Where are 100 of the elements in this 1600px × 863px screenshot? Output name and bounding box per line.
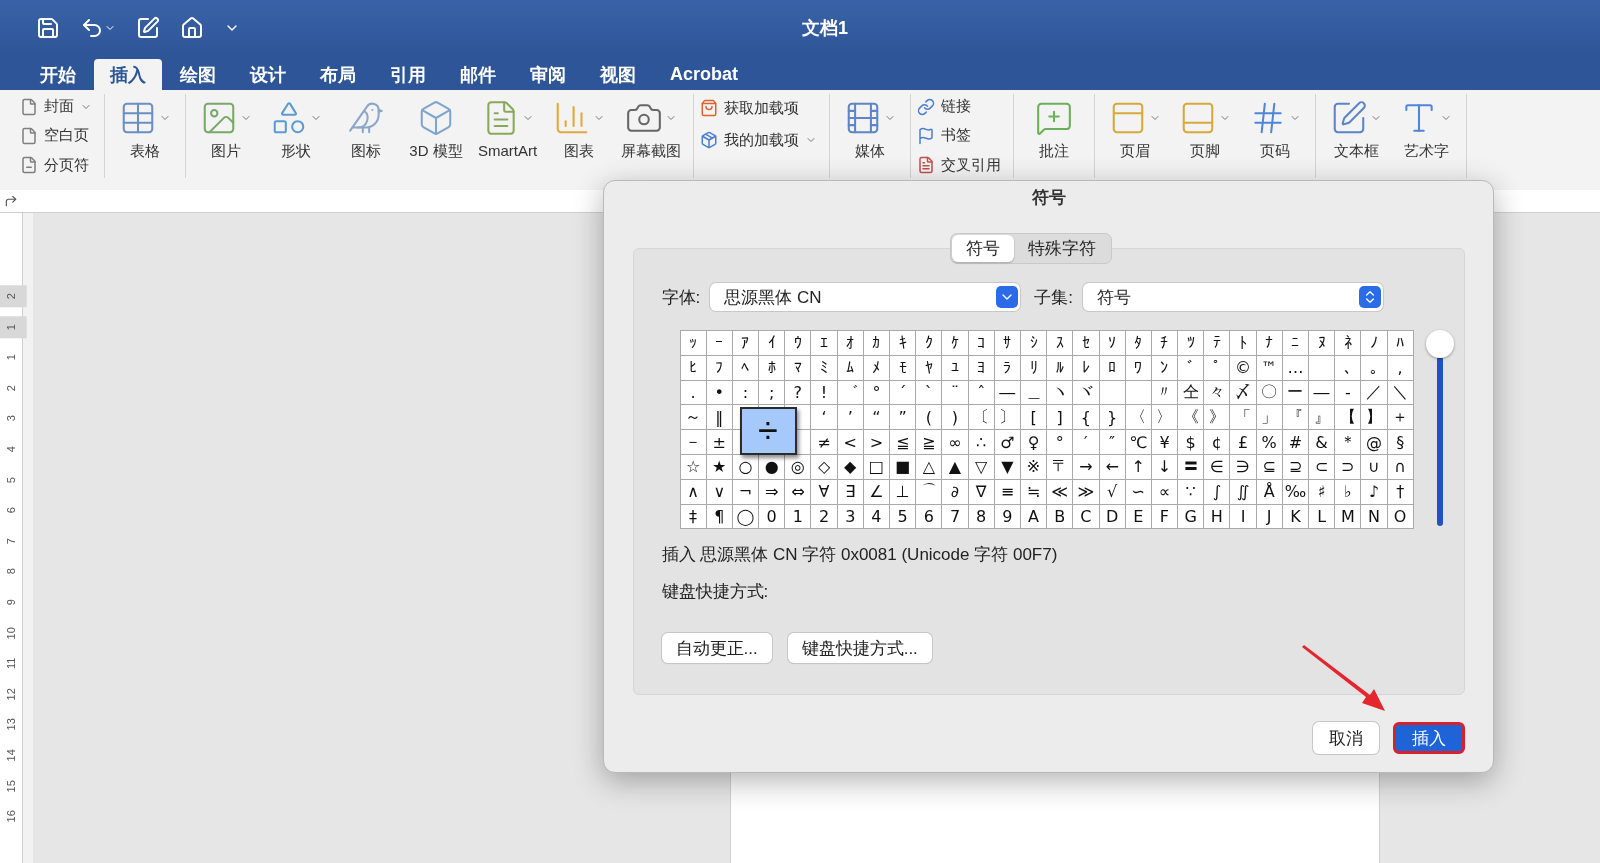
empty-cell[interactable] [1125, 380, 1152, 406]
symbol-cell[interactable]: ＋ [1387, 405, 1414, 431]
symbol-cell[interactable]: ” [890, 405, 917, 431]
symbol-cell[interactable]: 』 [1309, 405, 1336, 431]
symbol-cell[interactable]: 」 [1256, 405, 1283, 431]
symbol-cell[interactable]: ﾊ [1387, 331, 1414, 356]
symbol-cell[interactable]: 【 [1335, 405, 1362, 431]
ribbon-button[interactable]: 空白页 [20, 123, 92, 149]
ribbon-button[interactable]: 3D 模型 [404, 94, 468, 178]
symbol-cell[interactable]: 《 [1178, 405, 1205, 431]
ribbon-button[interactable]: 形状 [264, 94, 328, 178]
symbol-cell[interactable]: ﾂ [1178, 331, 1205, 356]
scrollbar[interactable] [1436, 356, 1443, 526]
symbol-cell[interactable]: ≪ [1047, 479, 1074, 505]
symbol-cell[interactable]: M [1335, 504, 1362, 530]
symbol-cell[interactable]: 〔 [968, 405, 995, 431]
symbol-cell[interactable]: ／ [1361, 380, 1388, 406]
symbol-cell[interactable]: ▽ [968, 455, 995, 480]
symbol-cell[interactable]: ∝ [1151, 479, 1179, 505]
symbol-cell[interactable]: ★ [706, 455, 733, 480]
symbol-cell[interactable]: ﾇ [1309, 331, 1336, 356]
symbol-cell[interactable]: ﾁ [1151, 331, 1179, 356]
symbol-cell[interactable]: † [1387, 479, 1414, 505]
symbol-cell[interactable]: ｽ [1047, 331, 1074, 356]
symbol-cell[interactable]: . [680, 380, 707, 406]
symbol-cell[interactable]: ‘ [811, 405, 838, 431]
save-icon[interactable] [36, 16, 60, 40]
symbol-cell[interactable]: ｶ [863, 331, 890, 356]
symbol-cell[interactable]: ≠ [811, 430, 838, 455]
symbol-cell[interactable]: ﾑ [837, 355, 864, 381]
menu-tab[interactable]: 邮件 [444, 59, 512, 90]
symbol-cell[interactable]: J [1256, 504, 1283, 530]
symbol-cell[interactable]: ↑ [1125, 455, 1152, 480]
symbol-cell[interactable]: 〃 [1151, 380, 1179, 406]
menu-tab[interactable]: 审阅 [514, 59, 582, 90]
symbol-cell[interactable]: ヽ [1047, 380, 1074, 406]
symbol-cell[interactable]: 『 [1282, 405, 1309, 431]
symbol-cell[interactable]: 7 [942, 504, 969, 530]
subset-select[interactable]: 符号 [1082, 283, 1383, 311]
ribbon-button[interactable]: 文本框 [1324, 94, 1389, 178]
symbol-cell[interactable]: > [863, 430, 890, 455]
symbol-cell[interactable]: $ [1178, 430, 1205, 455]
symbol-cell[interactable]: © [1230, 355, 1257, 381]
symbol-cell[interactable]: ◯ [732, 504, 760, 530]
symbol-cell[interactable]: 〈 [1125, 405, 1152, 431]
symbol-cell[interactable]: ∀ [811, 479, 838, 505]
undo-icon[interactable] [80, 16, 116, 40]
symbol-cell[interactable]: ﾈ [1335, 331, 1362, 356]
symbol-cell[interactable]: 》 [1204, 405, 1231, 431]
symbol-cell[interactable]: ± [706, 430, 733, 455]
symbol-cell[interactable]: 4 [863, 504, 890, 530]
symbol-cell[interactable]: ｴ [811, 331, 838, 356]
menu-tab[interactable]: 插入 [94, 59, 162, 90]
symbol-cell[interactable]: ∠ [863, 479, 890, 505]
symbol-cell[interactable]: ｰ [706, 331, 733, 356]
symbol-cell[interactable]: √ [1099, 479, 1126, 505]
symbol-cell[interactable]: 〇 [1256, 380, 1283, 406]
edit-document-icon[interactable] [136, 16, 160, 40]
symbol-cell[interactable]: ゛ [837, 380, 864, 406]
symbol-cell[interactable]: ∧ [680, 479, 707, 505]
symbol-cell[interactable]: 1 [785, 504, 812, 530]
symbol-cell[interactable]: ﾙ [1047, 355, 1074, 381]
symbol-cell[interactable]: O [1387, 504, 1414, 530]
symbol-cell[interactable]: ｹ [942, 331, 969, 356]
symbol-cell[interactable]: ﾕ [942, 355, 969, 381]
symbol-cell[interactable]: ｱ [732, 331, 760, 356]
ribbon-button[interactable]: 艺术字 [1394, 94, 1459, 178]
symbol-cell[interactable]: ヾ [1073, 380, 1100, 406]
symbol-cell[interactable]: ﾘ [1020, 355, 1048, 381]
symbol-cell[interactable]: ´ [890, 380, 917, 406]
symbol-cell[interactable]: ⊃ [1335, 455, 1362, 480]
ribbon-button[interactable]: 图表 [547, 94, 612, 178]
symbol-cell[interactable]: ﾃ [1204, 331, 1231, 356]
symbol-cell[interactable]: 6 [916, 504, 943, 530]
symbol-cell[interactable]: : [732, 380, 760, 406]
symbol-cell[interactable]: A [1020, 504, 1048, 530]
symbol-cell[interactable]: ″ [1099, 430, 1126, 455]
symbol-cell[interactable]: @ [1361, 430, 1388, 455]
ribbon-button[interactable]: 页脚 [1173, 94, 1238, 178]
ribbon-button[interactable]: 交叉引用 [917, 152, 1002, 178]
symbol-cell[interactable]: H [1204, 504, 1231, 530]
symbol-cell[interactable]: D [1099, 504, 1126, 530]
dialog-tab[interactable]: 符号 [952, 235, 1014, 262]
symbol-cell[interactable]: ` [916, 380, 943, 406]
symbol-cell[interactable]: ¨ [942, 380, 969, 406]
symbol-cell[interactable]: ∈ [1204, 455, 1231, 480]
symbol-cell[interactable]: } [1099, 405, 1126, 431]
symbol-cell[interactable]: ♭ [1335, 479, 1362, 505]
symbol-cell[interactable]: ⊆ [1256, 455, 1283, 480]
symbol-cell[interactable]: 5 [890, 504, 917, 530]
symbol-cell[interactable]: ≦ [890, 430, 917, 455]
symbol-cell[interactable]: ¥ [1151, 430, 1179, 455]
symbol-cell[interactable]: ー [1282, 380, 1309, 406]
empty-cell[interactable] [1099, 380, 1126, 406]
symbol-cell[interactable]: ﾝ [1151, 355, 1179, 381]
symbol-cell[interactable]: ∪ [1361, 455, 1388, 480]
symbol-cell[interactable]: ＼ [1387, 380, 1414, 406]
symbol-cell[interactable]: ﾄ [1230, 331, 1257, 356]
symbol-cell[interactable]: ｻ [994, 331, 1021, 356]
symbol-cell[interactable]: § [1387, 430, 1414, 455]
